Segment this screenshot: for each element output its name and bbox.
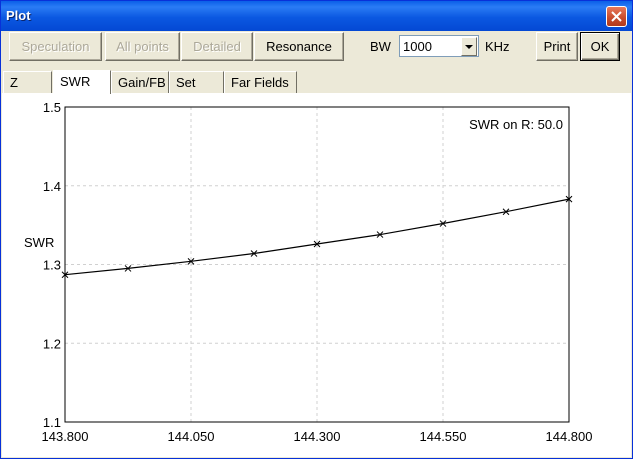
x-tick-label: 144.800 <box>546 429 593 444</box>
bw-dropdown-button[interactable] <box>461 37 477 56</box>
y-tick-label: 1.5 <box>43 100 61 115</box>
tab-gain-fb[interactable]: Gain/FB <box>111 71 169 94</box>
window-title: Plot <box>6 8 31 23</box>
all-points-button[interactable]: All points <box>105 32 180 61</box>
detailed-button[interactable]: Detailed <box>181 32 253 61</box>
tab-set[interactable]: Set <box>169 71 224 94</box>
print-button[interactable]: Print <box>536 32 578 61</box>
swr-chart: 143.800 144.050 144.300 144.550 144.800 1.5 1.… <box>24 100 593 444</box>
tab-swr[interactable]: SWR <box>53 70 111 94</box>
resonance-button[interactable]: Resonance <box>254 32 344 61</box>
speculation-button[interactable]: Speculation <box>9 32 102 61</box>
x-tick-label: 144.550 <box>420 429 467 444</box>
title-bar[interactable]: Plot <box>1 1 632 31</box>
chevron-down-icon <box>465 45 473 49</box>
tab-far-fields[interactable]: Far Fields <box>224 71 297 94</box>
y-tick-label: 1.4 <box>43 179 61 194</box>
x-tick-label: 144.300 <box>294 429 341 444</box>
bw-label: BW <box>370 39 391 54</box>
y-tick-label: 1.2 <box>43 336 61 351</box>
ok-button[interactable]: OK <box>580 32 620 61</box>
bw-select[interactable]: 1000 <box>399 35 479 57</box>
close-button[interactable] <box>606 6 627 27</box>
unit-label: KHz <box>485 39 510 54</box>
x-tick-label: 143.800 <box>42 429 89 444</box>
bw-value: 1000 <box>403 39 432 54</box>
chart-annotation: SWR on R: 50.0 <box>469 117 563 132</box>
close-icon <box>611 11 622 22</box>
y-tick-label: 1.3 <box>43 258 61 273</box>
plot-window: Plot Speculation All points Detailed Res… <box>0 0 633 459</box>
y-tick-label: 1.1 <box>43 415 61 430</box>
x-tick-label: 144.050 <box>168 429 215 444</box>
plot-panel: 143.800 144.050 144.300 144.550 144.800 1.5 1.… <box>2 93 631 457</box>
tab-z[interactable]: Z <box>3 71 52 94</box>
y-axis-label: SWR <box>24 235 54 250</box>
